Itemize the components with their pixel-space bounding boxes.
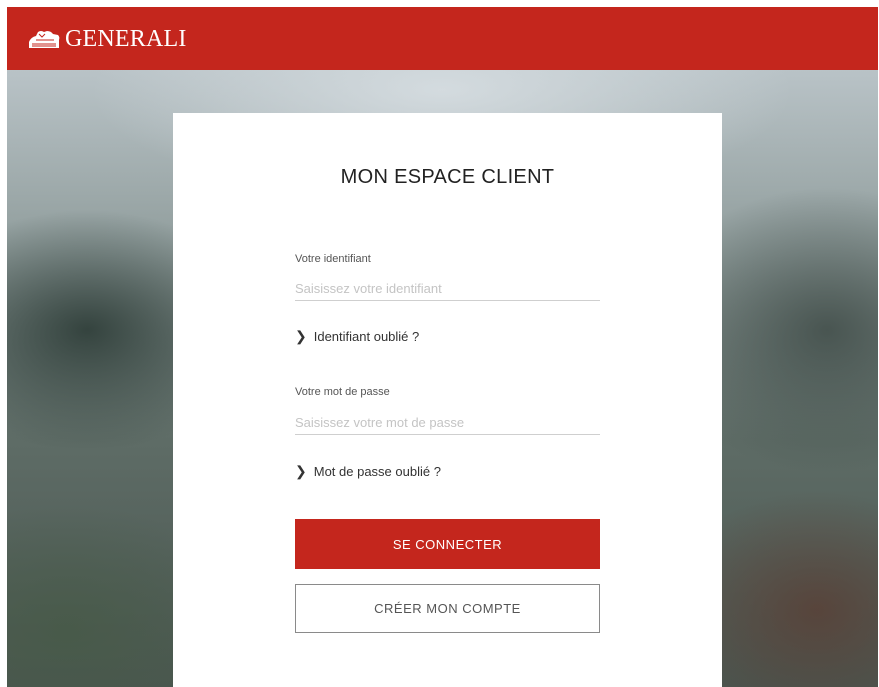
identifier-input[interactable] — [295, 276, 600, 301]
top-bar: GENERALI — [7, 7, 878, 70]
login-button[interactable]: SE CONNECTER — [295, 519, 600, 569]
password-label: Votre mot de passe — [295, 386, 390, 398]
identifier-label: Votre identifiant — [295, 253, 371, 265]
chevron-right-icon: ❯ — [295, 328, 307, 344]
lion-logo-icon — [27, 28, 61, 50]
password-input[interactable] — [295, 410, 600, 435]
forgot-identifier-link[interactable]: ❯ Identifiant oublié ? — [295, 328, 419, 345]
page-title: MON ESPACE CLIENT — [340, 166, 555, 188]
brand-logo[interactable]: GENERALI — [27, 23, 187, 55]
brand-name: GENERALI — [65, 25, 187, 52]
page: GENERALI MON ESPACE CLIENT Votre identif… — [7, 7, 878, 687]
create-account-button[interactable]: CRÉER MON COMPTE — [295, 584, 600, 633]
forgot-identifier-label: Identifiant oublié ? — [313, 329, 420, 344]
login-card: MON ESPACE CLIENT Votre identifiant ❯ Id… — [173, 113, 722, 687]
forgot-password-label: Mot de passe oublié ? — [313, 464, 441, 479]
forgot-password-link[interactable]: ❯ Mot de passe oublié ? — [295, 463, 441, 480]
chevron-right-icon: ❯ — [295, 463, 307, 479]
